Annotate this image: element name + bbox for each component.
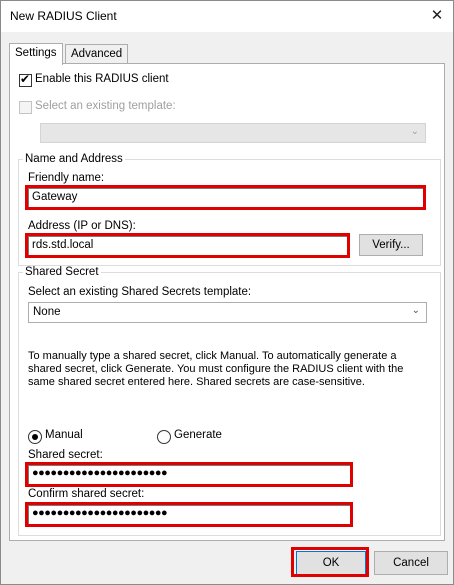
window-title: New RADIUS Client: [10, 9, 117, 23]
shared-secret-label: Shared secret:: [28, 449, 103, 461]
close-icon[interactable]: ✕: [425, 4, 449, 28]
radio-selected-dot: [32, 434, 38, 440]
highlight-ok: [291, 547, 369, 577]
tab-settings[interactable]: Settings: [9, 43, 63, 65]
shared-secret-instructions: To manually type a shared secret, click …: [28, 350, 404, 388]
verify-button[interactable]: Verify...: [359, 234, 423, 256]
existing-template-checkbox[interactable]: [19, 101, 32, 114]
cancel-button[interactable]: Cancel: [374, 551, 448, 575]
secret-template-select[interactable]: None ⌄: [28, 302, 427, 323]
generate-radio[interactable]: [157, 430, 171, 444]
secret-template-label: Select an existing Shared Secrets templa…: [28, 286, 252, 298]
chevron-down-icon: ⌄: [411, 305, 420, 316]
enable-client-checkbox[interactable]: ✔: [19, 72, 32, 87]
highlight-friendly-name: [25, 185, 426, 210]
highlight-shared-secret: [25, 462, 353, 487]
enable-client-label[interactable]: Enable this RADIUS client: [35, 73, 169, 85]
dialog-window: New RADIUS Client ✕ Settings Advanced ✔ …: [0, 0, 454, 585]
highlight-address: [25, 233, 350, 258]
settings-panel: ✔ Enable this RADIUS client Select an ex…: [9, 63, 445, 541]
check-icon: ✔: [20, 72, 31, 86]
generate-label[interactable]: Generate: [174, 429, 222, 441]
shared-secret-title: Shared Secret: [23, 266, 101, 278]
address-label: Address (IP or DNS):: [28, 220, 136, 232]
tab-advanced[interactable]: Advanced: [65, 44, 129, 64]
existing-template-label: Select an existing template:: [35, 100, 176, 112]
chevron-down-icon: ⌄: [410, 126, 419, 137]
friendly-name-label: Friendly name:: [28, 172, 105, 184]
manual-radio[interactable]: [28, 430, 42, 444]
existing-template-select[interactable]: ⌄: [40, 123, 426, 143]
confirm-secret-label: Confirm shared secret:: [28, 488, 145, 500]
name-address-title: Name and Address: [23, 153, 125, 165]
manual-label[interactable]: Manual: [45, 429, 83, 441]
title-bar: New RADIUS Client ✕: [1, 1, 453, 32]
highlight-confirm-secret: [25, 502, 353, 527]
